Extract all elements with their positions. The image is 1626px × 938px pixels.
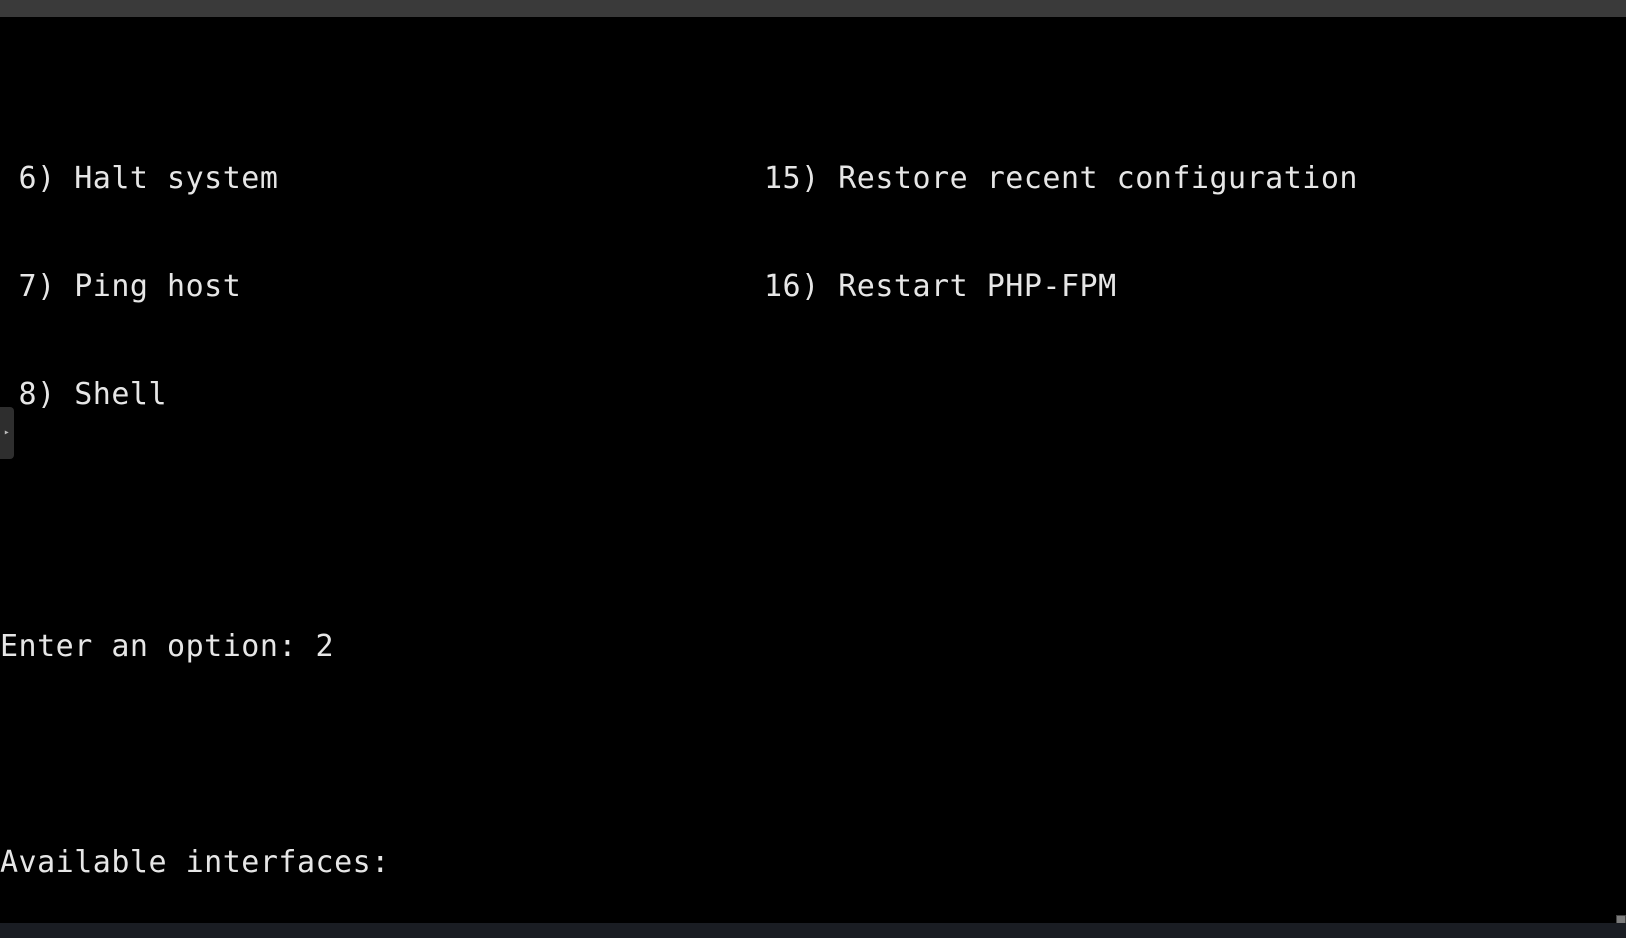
menu-item-16: 16) Restart PHP-FPM — [764, 269, 1626, 305]
panel-reveal-tab[interactable] — [0, 407, 14, 459]
menu-row-8: 8) Shell — [0, 377, 1626, 413]
blank-line — [0, 521, 1626, 557]
menu-item-blank — [764, 377, 1626, 413]
menu-item-7: 7) Ping host — [0, 269, 764, 305]
menu-row-6-15: 6) Halt system 15) Restore recent config… — [0, 161, 1626, 197]
menu-item-15: 15) Restore recent configuration — [764, 161, 1626, 197]
blank-line — [0, 737, 1626, 773]
window-bottombar — [0, 923, 1626, 938]
scrollbar-thumb[interactable] — [1616, 915, 1626, 923]
window-titlebar — [0, 0, 1626, 17]
menu-item-6: 6) Halt system — [0, 161, 764, 197]
menu-row-7-16: 7) Ping host 16) Restart PHP-FPM — [0, 269, 1626, 305]
enter-option-line: Enter an option: 2 — [0, 629, 1626, 665]
terminal-viewport[interactable]: 6) Halt system 15) Restore recent config… — [0, 17, 1626, 923]
available-interfaces-header: Available interfaces: — [0, 845, 1626, 881]
menu-item-8: 8) Shell — [0, 377, 764, 413]
